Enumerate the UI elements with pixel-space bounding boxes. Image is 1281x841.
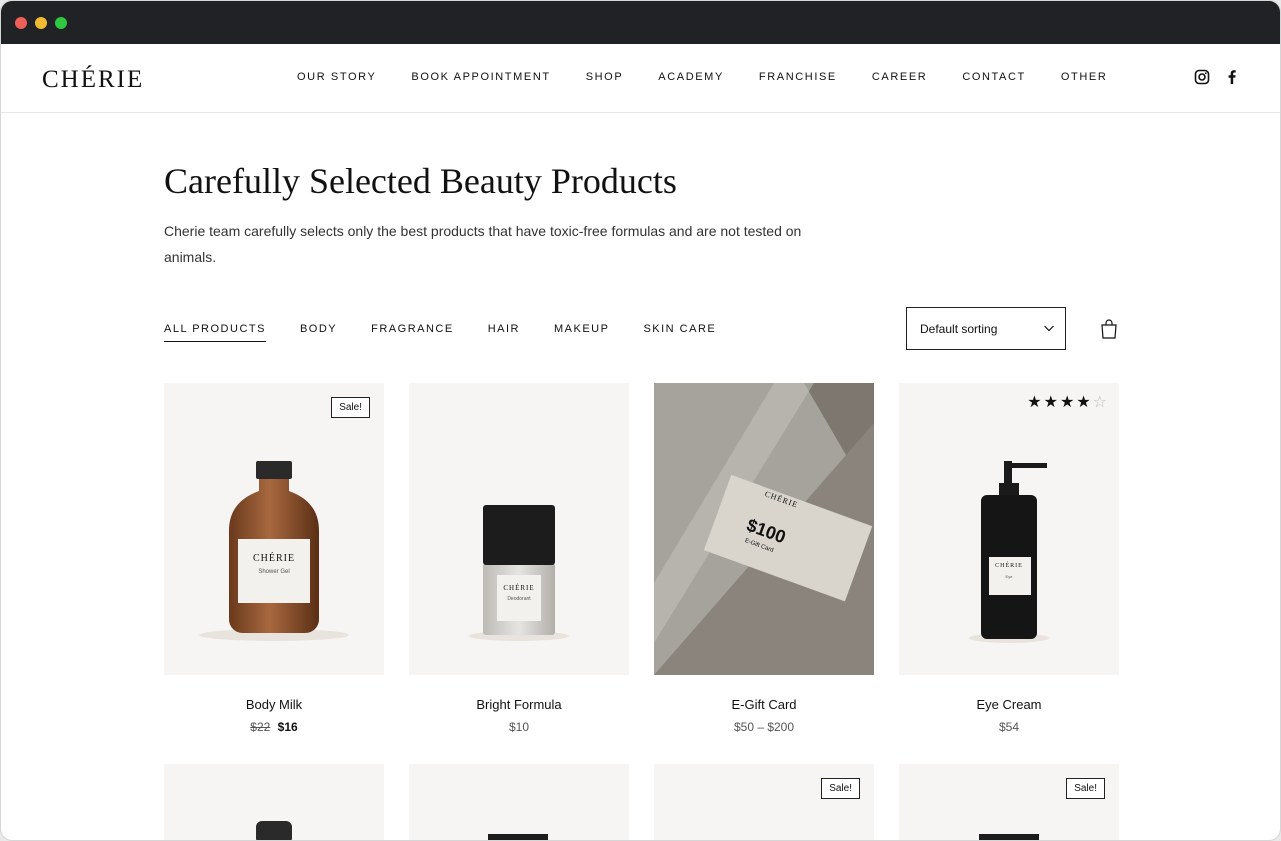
product-image[interactable] — [409, 764, 629, 840]
product-price: $54 — [998, 720, 1020, 734]
nav-our-story[interactable]: OUR STORY — [297, 71, 376, 83]
amber-bottle-image — [199, 461, 349, 641]
product-label-sub: Deodorant — [507, 596, 531, 602]
shopping-bag-icon[interactable] — [1100, 319, 1118, 339]
product-price: $22 $16 — [164, 720, 384, 734]
product-label-sub: Eye — [1005, 574, 1013, 579]
product-card[interactable]: CHÉRIE Deodorant Bright Formula $10 — [409, 383, 629, 734]
nav-book-appointment[interactable]: BOOK APPOINTMENT — [411, 71, 550, 83]
nav-academy[interactable]: ACADEMY — [658, 71, 724, 83]
nav-contact[interactable]: CONTACT — [962, 71, 1026, 83]
product-card[interactable]: Sale! — [899, 764, 1119, 840]
sorting-selected: Default sorting — [920, 321, 998, 336]
star-icon: ★ — [1043, 394, 1058, 411]
sale-badge: Sale! — [821, 778, 860, 799]
product-card[interactable]: CHÉRIE Shower Gel Sale! Body Milk $22 $1… — [164, 383, 384, 734]
page-title: Carefully Selected Beauty Products — [164, 161, 677, 201]
sale-price: $16 — [277, 720, 298, 734]
product-image[interactable]: CHÉRIE Deodorant — [409, 383, 629, 675]
facebook-icon[interactable] — [1224, 69, 1240, 85]
product-label-brand: CHÉRIE — [503, 584, 535, 592]
product-image[interactable] — [164, 764, 384, 840]
sorting-select[interactable]: Default sorting — [906, 307, 1066, 350]
star-icon: ★ — [1059, 394, 1075, 411]
close-window-button[interactable] — [15, 16, 27, 29]
site-header: CHÉRIE OUR STORY BOOK APPOINTMENT SHOP A… — [1, 44, 1280, 113]
instagram-icon[interactable] — [1194, 69, 1210, 85]
product-name[interactable]: Bright Formula — [409, 697, 629, 712]
product-label-sub: Shower Gel — [258, 569, 290, 575]
shop-content: Carefully Selected Beauty Products Cheri… — [164, 113, 1124, 840]
product-label-brand: CHÉRIE — [995, 563, 1023, 569]
sale-badge: Sale! — [331, 397, 370, 418]
product-image[interactable]: CHÉRIE Shower Gel Sale! — [164, 383, 384, 675]
star-empty-icon: ☆ — [1092, 394, 1107, 411]
product-card[interactable]: CHÉRIE $100 E-Gift Card E-Gift Card $50 … — [654, 383, 874, 734]
window-titlebar — [1, 1, 1280, 44]
product-name[interactable]: Body Milk — [164, 697, 384, 712]
nav-career[interactable]: CAREER — [872, 71, 927, 83]
jar-image — [979, 834, 1039, 840]
filter-makeup[interactable]: MAKEUP — [554, 323, 609, 342]
social-links — [1194, 69, 1240, 85]
sale-badge: Sale! — [1066, 778, 1105, 799]
product-image[interactable]: Sale! — [654, 764, 874, 840]
chevron-down-icon — [1044, 325, 1054, 332]
product-card[interactable] — [409, 764, 629, 840]
bottle-image — [256, 821, 292, 840]
product-image[interactable]: CHÉRIE Eye ★ ★ ★ ★ ☆ — [899, 383, 1119, 675]
filter-bar: ALL PRODUCTS BODY FRAGRANCE HAIR MAKEUP … — [164, 307, 1124, 351]
pump-bottle-image — [969, 461, 1049, 643]
product-name[interactable]: Eye Cream — [899, 697, 1119, 712]
nav-shop[interactable]: SHOP — [586, 71, 624, 83]
filter-all-products[interactable]: ALL PRODUCTS — [164, 323, 266, 342]
product-label-brand: CHÉRIE — [252, 553, 296, 564]
jar-image — [469, 505, 569, 641]
page-intro: Cherie team carefully selects only the b… — [164, 223, 802, 265]
browser-window: CHÉRIE OUR STORY BOOK APPOINTMENT SHOP A… — [0, 0, 1281, 841]
product-card[interactable]: CHÉRIE Eye ★ ★ ★ ★ ☆ Eye Cream $54 — [899, 383, 1119, 734]
main-nav: OUR STORY BOOK APPOINTMENT SHOP ACADEMY … — [297, 71, 1142, 83]
old-price: $22 — [250, 720, 271, 734]
rating-stars: ★ ★ ★ ★ ☆ — [1027, 395, 1107, 411]
maximize-window-button[interactable] — [55, 16, 67, 29]
filter-hair[interactable]: HAIR — [488, 323, 520, 342]
product-price: $50 – $200 — [733, 720, 795, 734]
category-filters: ALL PRODUCTS BODY FRAGRANCE HAIR MAKEUP … — [164, 323, 750, 342]
nav-other[interactable]: OTHER — [1061, 71, 1108, 83]
filter-skin-care[interactable]: SKIN CARE — [643, 323, 716, 342]
jar-image — [488, 834, 548, 840]
nav-franchise[interactable]: FRANCHISE — [759, 71, 837, 83]
star-icon: ★ — [1027, 394, 1042, 411]
product-card[interactable]: Sale! — [654, 764, 874, 840]
filter-body[interactable]: BODY — [300, 323, 337, 342]
product-image[interactable]: Sale! — [899, 764, 1119, 840]
star-icon: ★ — [1076, 394, 1091, 411]
minimize-window-button[interactable] — [35, 16, 47, 29]
brand-logo[interactable]: CHÉRIE — [42, 66, 144, 94]
filter-fragrance[interactable]: FRAGRANCE — [371, 323, 454, 342]
product-image[interactable]: CHÉRIE $100 E-Gift Card — [654, 383, 874, 675]
product-price: $10 — [508, 720, 530, 734]
product-card[interactable] — [164, 764, 384, 840]
product-name[interactable]: E-Gift Card — [654, 697, 874, 712]
